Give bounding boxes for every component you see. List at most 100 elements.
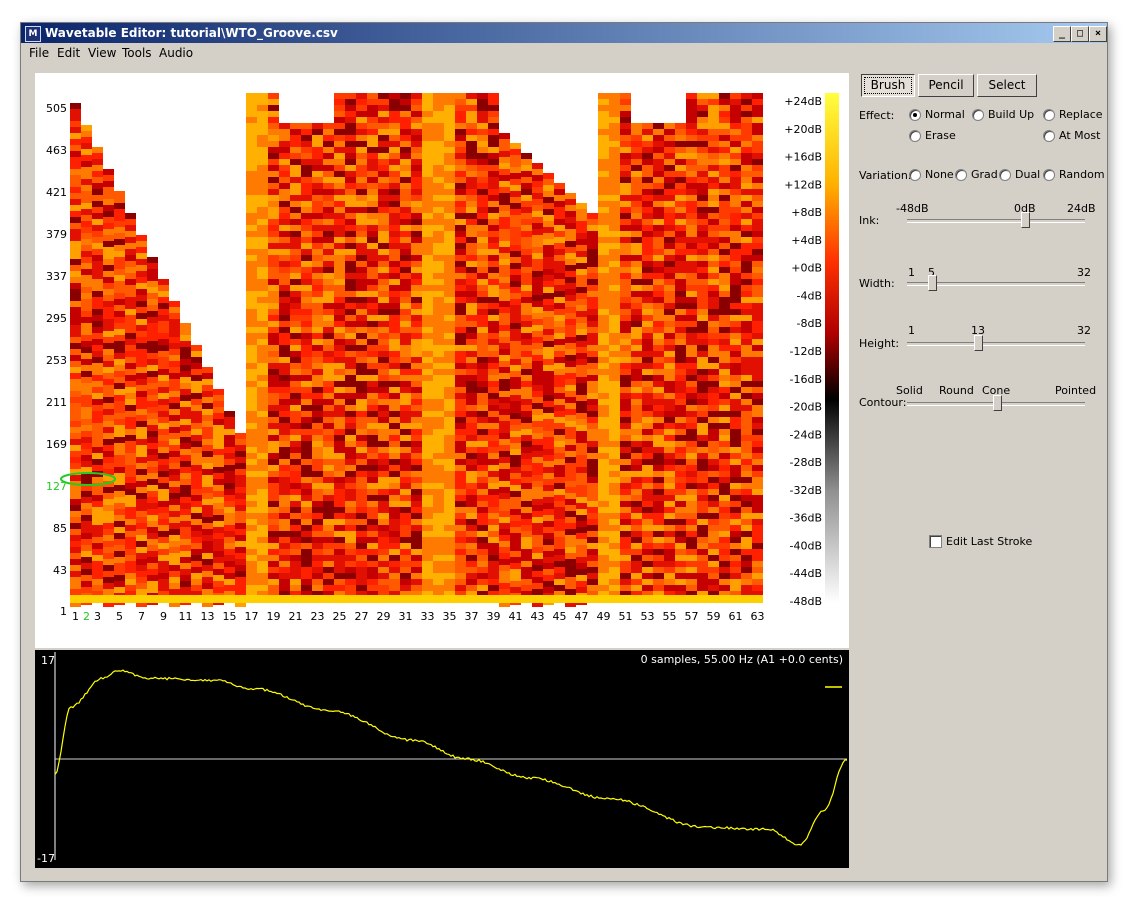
variation-random-radio[interactable] <box>1043 169 1055 181</box>
heat-cell <box>620 213 631 219</box>
heat-cell <box>686 369 697 375</box>
edit-last-stroke-label[interactable]: Edit Last Stroke <box>946 535 1032 548</box>
heat-cell <box>675 357 686 363</box>
heat-cell <box>598 453 609 459</box>
variation-dual-radio[interactable] <box>999 169 1011 181</box>
waveform-canvas[interactable]: 17 -17 0 samples, 55.00 Hz (A1 +0.0 cent… <box>35 650 849 868</box>
close-button[interactable]: × <box>1089 26 1107 42</box>
heat-cell <box>114 581 125 587</box>
heat-cell <box>202 367 213 373</box>
effect-replace-label[interactable]: Replace <box>1059 108 1103 121</box>
spectrogram-panel[interactable]: 505 463 421 379 337 295 253 211 169 127 85 43 1 1235… <box>35 73 849 648</box>
heat-cell <box>301 363 312 369</box>
heat-cell <box>246 489 257 495</box>
heat-cell <box>213 479 224 485</box>
height-slider-track[interactable] <box>907 342 1085 346</box>
heat-cell <box>246 171 257 177</box>
heat-cell <box>114 329 125 335</box>
heat-cell <box>411 291 422 297</box>
variation-none-label[interactable]: None <box>925 168 954 181</box>
heat-cell <box>411 99 422 105</box>
heat-cell <box>81 377 92 383</box>
spectrogram-canvas[interactable]: 50546342137933729525321116912785431 1235… <box>35 73 849 648</box>
heat-cell <box>521 267 532 273</box>
heat-cell <box>334 177 345 183</box>
heat-cell <box>554 549 565 555</box>
variation-grad-label[interactable]: Grad <box>971 168 998 181</box>
heat-cell <box>675 573 686 579</box>
heat-cell <box>587 375 598 381</box>
ink-slider-thumb[interactable] <box>1021 212 1030 228</box>
heat-cell <box>510 383 521 389</box>
heat-cell <box>345 219 356 225</box>
edit-last-stroke-checkbox[interactable] <box>929 535 942 548</box>
variation-dual-label[interactable]: Dual <box>1015 168 1040 181</box>
heat-cell <box>279 453 290 459</box>
pencil-tool-button[interactable]: Pencil <box>918 74 974 97</box>
heat-cell <box>642 543 653 549</box>
effect-buildup-radio[interactable] <box>972 109 984 121</box>
menu-file[interactable]: File <box>29 46 49 60</box>
heat-cell <box>356 105 367 111</box>
waveform-panel[interactable]: 17 -17 0 samples, 55.00 Hz (A1 +0.0 cent… <box>35 650 849 868</box>
height-slider-thumb[interactable] <box>974 335 983 351</box>
width-slider-thumb[interactable] <box>928 275 937 291</box>
menu-tools[interactable]: Tools <box>122 46 152 60</box>
heat-cell <box>510 269 521 275</box>
heat-cell <box>631 387 642 393</box>
heat-cell <box>92 363 103 369</box>
heat-cell <box>345 585 356 591</box>
heat-cell <box>642 333 653 339</box>
heat-cell <box>444 375 455 381</box>
heat-cell <box>301 309 312 315</box>
contour-slider-thumb[interactable] <box>993 395 1002 411</box>
brush-tool-button[interactable]: Brush <box>861 74 915 97</box>
heat-cell <box>697 345 708 351</box>
effect-erase-radio[interactable] <box>909 130 921 142</box>
heat-cell <box>697 351 708 357</box>
heat-cell <box>147 401 158 407</box>
minimize-button[interactable]: _ <box>1053 26 1071 42</box>
select-tool-button[interactable]: Select <box>977 74 1037 97</box>
heat-cell <box>642 405 653 411</box>
heat-cell <box>686 189 697 195</box>
menu-view[interactable]: View <box>88 46 116 60</box>
maximize-button[interactable]: □ <box>1071 26 1089 42</box>
heat-cell <box>246 111 257 117</box>
effect-buildup-label[interactable]: Build Up <box>988 108 1034 121</box>
heat-cell <box>312 429 323 435</box>
variation-random-label[interactable]: Random <box>1059 168 1105 181</box>
heat-cell <box>752 459 763 465</box>
ink-slider-track[interactable] <box>907 219 1085 223</box>
effect-normal-radio[interactable] <box>909 109 921 121</box>
effect-atmost-label[interactable]: At Most <box>1059 129 1100 142</box>
menu-audio[interactable]: Audio <box>159 46 193 60</box>
variation-none-radio[interactable] <box>909 169 921 181</box>
menu-edit[interactable]: Edit <box>57 46 80 60</box>
heat-cell <box>499 235 510 241</box>
effect-erase-label[interactable]: Erase <box>925 129 956 142</box>
effect-normal-label[interactable]: Normal <box>925 108 965 121</box>
heat-cell <box>301 411 312 417</box>
heat-cell <box>279 519 290 525</box>
effect-atmost-radio[interactable] <box>1043 130 1055 142</box>
effect-replace-radio[interactable] <box>1043 109 1055 121</box>
heat-cell <box>389 171 400 177</box>
heat-cell <box>191 369 202 375</box>
heat-cell <box>400 387 411 393</box>
heat-cell <box>213 515 224 521</box>
title-bar[interactable]: M Wavetable Editor: tutorial\WTO_Groove.… <box>21 23 1107 43</box>
heat-cell <box>103 397 114 403</box>
heat-cell <box>92 267 103 273</box>
heat-cell <box>103 223 114 229</box>
heat-cell <box>499 325 510 331</box>
heat-cell <box>147 299 158 305</box>
heat-cell <box>400 429 411 435</box>
variation-grad-radio[interactable] <box>955 169 967 181</box>
heat-cell <box>411 447 422 453</box>
heat-cell <box>719 585 730 591</box>
heat-cell <box>334 459 345 465</box>
heat-cell <box>367 483 378 489</box>
heat-cell <box>631 135 642 141</box>
heat-cell <box>466 99 477 105</box>
